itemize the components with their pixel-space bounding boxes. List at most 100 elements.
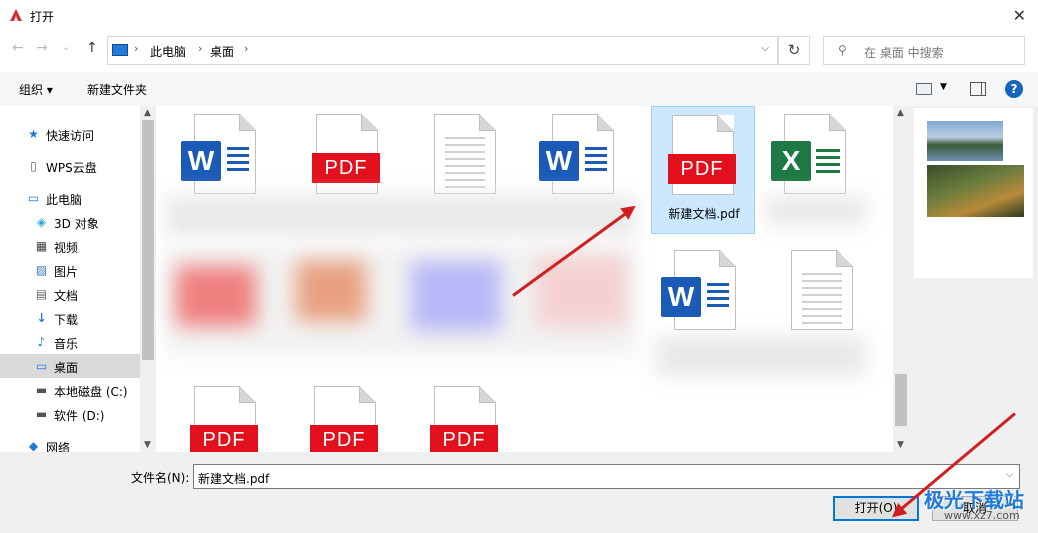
new-folder-button[interactable]: 新建文件夹 bbox=[87, 81, 147, 98]
sidebar-item-downloads[interactable]: ↓ 下载 bbox=[0, 306, 140, 330]
navigation-pane: ★ 快速访问 ▯ WPS云盘 ▭ 此电脑 ◈ 3D 对象 ▦ 视频 ▨ 图片 ▤… bbox=[0, 106, 156, 455]
filename-value: 新建文档.pdf bbox=[198, 472, 270, 486]
sidebar-item-documents[interactable]: ▤ 文档 bbox=[0, 282, 140, 306]
blurred-thumbnail bbox=[296, 261, 366, 321]
view-options-icon[interactable] bbox=[916, 83, 932, 95]
scroll-thumb[interactable] bbox=[895, 374, 907, 426]
scroll-up-icon[interactable]: ▲ bbox=[897, 108, 904, 118]
sidebar-item-label: 桌面 bbox=[54, 361, 79, 375]
sidebar-item-label: 本地磁盘 (C:) bbox=[54, 385, 128, 399]
document-icon: ▯ bbox=[30, 159, 37, 173]
search-icon: ⚲ bbox=[838, 43, 847, 57]
sidebar-item-drive-d[interactable]: ▬ 软件 (D:) bbox=[0, 402, 140, 426]
network-icon: ◆ bbox=[28, 439, 39, 453]
blurred-thumbnail bbox=[411, 261, 501, 331]
text-document-icon bbox=[434, 114, 496, 194]
scroll-thumb[interactable] bbox=[142, 120, 154, 360]
music-icon: ♪ bbox=[37, 335, 46, 349]
dialog-footer: 文件名(N): 新建文档.pdf ⌵ 打开(O) 取消 bbox=[0, 452, 1038, 533]
file-tile-word[interactable]: W bbox=[654, 242, 758, 370]
filename-input[interactable]: 新建文档.pdf ⌵ bbox=[193, 464, 1020, 489]
app-icon bbox=[8, 7, 24, 23]
file-tile-pdf[interactable]: PDF bbox=[174, 378, 278, 452]
sidebar-item-network[interactable]: ◆ 网络 bbox=[0, 434, 140, 455]
preview-pane-icon[interactable] bbox=[970, 82, 986, 96]
sidebar-item-3d-objects[interactable]: ◈ 3D 对象 bbox=[0, 210, 140, 234]
picture-icon: ▨ bbox=[35, 263, 48, 277]
chevron-down-icon[interactable]: ⌵ bbox=[1006, 470, 1013, 480]
sidebar-item-wps-cloud[interactable]: ▯ WPS云盘 bbox=[0, 154, 140, 178]
file-tile-selected-pdf[interactable]: PDF 新建文档.pdf bbox=[651, 106, 755, 234]
sidebar-item-pictures[interactable]: ▨ 图片 bbox=[0, 258, 140, 282]
sidebar-item-desktop[interactable]: ▭ 桌面 bbox=[0, 354, 140, 378]
word-badge: W bbox=[539, 141, 579, 181]
file-tile-text[interactable] bbox=[771, 242, 875, 370]
file-name: 新建文档.pdf bbox=[668, 207, 740, 221]
recent-locations-button[interactable]: ⌄ bbox=[62, 42, 70, 53]
blurred-thumbnail bbox=[176, 266, 256, 326]
chevron-right-icon: › bbox=[134, 42, 139, 55]
chevron-down-icon[interactable]: ⌵ bbox=[761, 43, 769, 54]
sidebar-item-drive-c[interactable]: ▬ 本地磁盘 (C:) bbox=[0, 378, 140, 402]
sidebar-item-label: 视频 bbox=[54, 241, 79, 255]
blurred-filename bbox=[766, 196, 866, 226]
computer-icon bbox=[112, 44, 128, 56]
cancel-button[interactable]: 取消 bbox=[932, 496, 1018, 521]
sidebar-item-label: 此电脑 bbox=[46, 193, 83, 207]
close-icon[interactable]: ✕ bbox=[1013, 6, 1026, 25]
pdf-badge: PDF bbox=[312, 153, 380, 183]
word-badge: W bbox=[181, 141, 221, 181]
file-tile-pdf[interactable]: PDF bbox=[294, 378, 398, 452]
pdf-badge: PDF bbox=[668, 154, 736, 184]
pdf-document-icon: PDF bbox=[312, 114, 380, 194]
pdf-document-icon: PDF bbox=[430, 386, 498, 452]
sidebar-item-label: 音乐 bbox=[54, 337, 79, 351]
help-icon[interactable]: ? bbox=[1005, 80, 1023, 98]
search-box[interactable]: ⚲ 在 桌面 中搜索 bbox=[823, 36, 1025, 65]
documents-icon: ▤ bbox=[35, 287, 48, 301]
organize-menu[interactable]: 组织 ▾ bbox=[19, 81, 53, 98]
chevron-right-icon: › bbox=[244, 42, 249, 55]
file-list-scrollbar[interactable]: ▲ ▼ bbox=[893, 106, 909, 452]
breadcrumb-this-pc[interactable]: 此电脑 bbox=[150, 43, 186, 60]
sidebar-item-music[interactable]: ♪ 音乐 bbox=[0, 330, 140, 354]
word-document-icon: W bbox=[181, 114, 256, 194]
drive-icon: ▬ bbox=[35, 383, 48, 397]
scroll-down-icon[interactable]: ▼ bbox=[144, 440, 151, 450]
title-bar: 打开 ✕ bbox=[0, 0, 1038, 32]
breadcrumb-desktop[interactable]: 桌面 bbox=[210, 43, 234, 60]
sidebar-item-quick-access[interactable]: ★ 快速访问 bbox=[0, 122, 140, 146]
film-icon: ▦ bbox=[35, 239, 48, 253]
blurred-filenames bbox=[166, 196, 636, 236]
sidebar-item-this-pc[interactable]: ▭ 此电脑 bbox=[0, 186, 140, 210]
word-document-icon: W bbox=[539, 114, 614, 194]
chevron-right-icon: › bbox=[198, 42, 203, 55]
excel-badge: X bbox=[771, 141, 811, 181]
sidebar-item-label: 文档 bbox=[54, 289, 79, 303]
drive-icon: ▬ bbox=[35, 407, 48, 421]
sidebar-item-label: 软件 (D:) bbox=[54, 409, 105, 423]
open-button[interactable]: 打开(O) bbox=[833, 496, 919, 521]
view-dropdown-icon[interactable]: ▼ bbox=[940, 82, 947, 92]
address-bar[interactable]: › 此电脑 › 桌面 › ⌵ bbox=[107, 36, 778, 65]
sidebar-item-label: 快速访问 bbox=[46, 129, 95, 143]
cube-icon: ◈ bbox=[36, 215, 47, 229]
toolbar: 组织 ▾ 新建文件夹 ▼ ? bbox=[0, 72, 1038, 106]
excel-document-icon: X bbox=[771, 114, 846, 194]
file-tile-pdf[interactable]: PDF bbox=[414, 378, 518, 452]
scroll-up-icon[interactable]: ▲ bbox=[144, 108, 151, 118]
sidebar-scrollbar[interactable]: ▲ ▼ bbox=[140, 106, 156, 452]
scroll-down-icon[interactable]: ▼ bbox=[897, 440, 904, 450]
refresh-button[interactable]: ↻ bbox=[778, 36, 810, 65]
desktop-icon: ▭ bbox=[35, 359, 48, 373]
sidebar-item-label: 3D 对象 bbox=[54, 217, 99, 231]
forward-button[interactable]: → bbox=[36, 40, 48, 56]
back-button[interactable]: ← bbox=[12, 40, 24, 56]
sidebar-item-videos[interactable]: ▦ 视频 bbox=[0, 234, 140, 258]
pdf-badge: PDF bbox=[310, 425, 378, 452]
search-placeholder: 在 桌面 中搜索 bbox=[864, 46, 944, 60]
preview-area bbox=[914, 108, 1033, 278]
up-button[interactable]: ↑ bbox=[86, 40, 98, 56]
sidebar-item-label: 图片 bbox=[54, 265, 79, 279]
preview-pane bbox=[909, 106, 1038, 452]
